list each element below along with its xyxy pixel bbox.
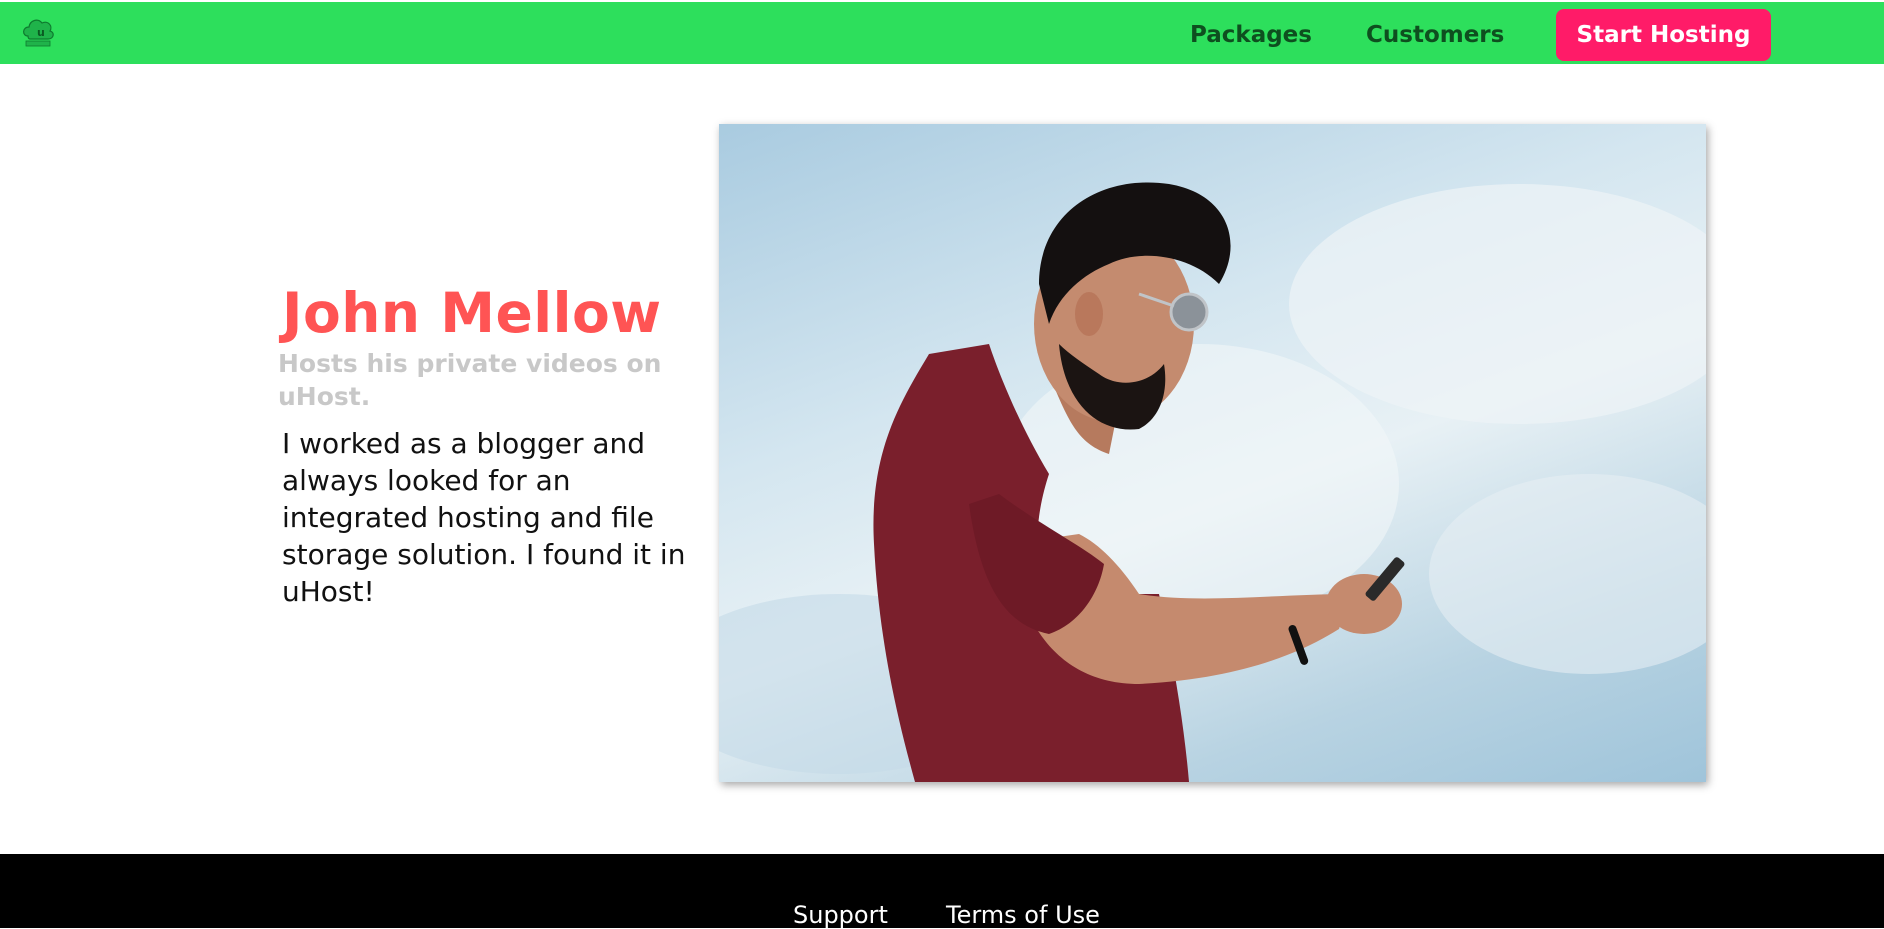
testimonial-text-block: John Mellow Hosts his private videos on … <box>278 280 708 610</box>
nav-customers-link[interactable]: Customers <box>1366 22 1504 48</box>
customer-photo <box>719 124 1706 782</box>
testimonial-subtitle: Hosts his private videos on uHost. <box>278 349 662 411</box>
testimonial-name: John Mellow <box>282 281 662 345</box>
svg-text:u: u <box>37 26 45 39</box>
testimonial-quote: I worked as a blogger and always looked … <box>282 427 686 608</box>
start-hosting-button[interactable]: Start Hosting <box>1556 9 1771 61</box>
main-footer: Support Terms of Use <box>0 854 1884 929</box>
main-header: u Packages Customers Start Hosting <box>0 2 1884 64</box>
man-looking-at-phone-photo <box>719 182 1706 782</box>
footer-support-link[interactable]: Support <box>793 901 888 929</box>
brand-logo-link[interactable]: u <box>20 14 56 50</box>
uhost-logo-icon: u <box>20 14 56 50</box>
footer-terms-link[interactable]: Terms of Use <box>946 901 1100 929</box>
nav-packages-link[interactable]: Packages <box>1190 22 1312 48</box>
